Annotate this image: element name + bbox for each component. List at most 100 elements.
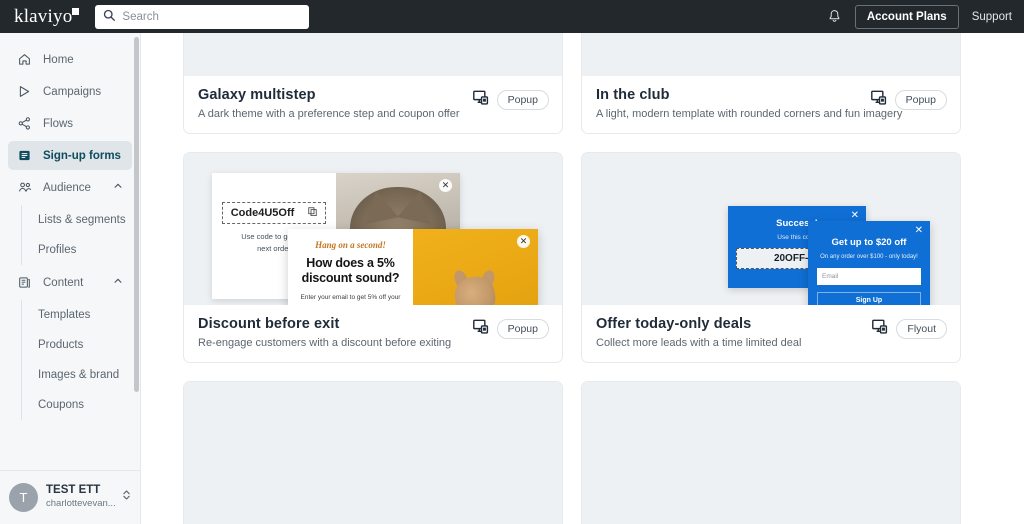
user-email: charlottevevan... bbox=[46, 497, 116, 509]
sidebar-scrollbar[interactable] bbox=[134, 37, 139, 392]
offer-note: Enter your email to get 5% off your next… bbox=[300, 294, 401, 305]
sidebar-item-sign-up-forms[interactable]: Sign-up forms bbox=[8, 141, 132, 170]
bell-icon[interactable] bbox=[827, 9, 842, 24]
top-right-actions: Account Plans Support bbox=[827, 4, 1012, 29]
search-input[interactable] bbox=[122, 10, 302, 23]
search-icon bbox=[103, 8, 116, 26]
flows-icon bbox=[17, 116, 34, 131]
sidebar-nav-list: Home Campaigns Flows Sign-up forms Audie… bbox=[0, 33, 140, 420]
coupon-note-line2: next order bbox=[257, 244, 291, 253]
sidebar-item-campaigns[interactable]: Campaigns bbox=[8, 77, 132, 106]
sidebar-group-label: Audience bbox=[43, 181, 91, 194]
chevron-up-down-icon[interactable] bbox=[121, 488, 132, 507]
chevron-up-icon[interactable] bbox=[113, 181, 123, 194]
discount-offer-panel: Hang on a second! How does a 5% discount… bbox=[288, 229, 413, 305]
desktop-mobile-icon bbox=[472, 319, 489, 339]
card-meta: Flyout bbox=[872, 319, 947, 339]
desktop-mobile-icon bbox=[472, 90, 489, 110]
template-preview bbox=[184, 382, 562, 524]
form-template-card[interactable]: Paste coupon Galaxy bbox=[183, 33, 563, 134]
account-plans-button[interactable]: Account Plans bbox=[854, 4, 959, 29]
sign-up-button[interactable]: Sign Up bbox=[817, 292, 921, 305]
coupon-code: Code4U5Off bbox=[230, 207, 295, 219]
template-preview: Code4U5Off Use code to get 5% next order… bbox=[184, 153, 562, 305]
card-info: Galaxy multistep A dark theme with a pre… bbox=[184, 76, 562, 133]
logo-text: klaviyo bbox=[14, 5, 73, 27]
sidebar-item-label: Sign-up forms bbox=[43, 149, 121, 162]
sidebar: Home Campaigns Flows Sign-up forms Audie… bbox=[0, 33, 141, 524]
klaviyo-logo[interactable]: klaviyo bbox=[14, 5, 80, 28]
sidebar-group-audience[interactable]: Audience bbox=[8, 173, 132, 202]
dog-image: ✕ bbox=[413, 229, 538, 305]
cat-ear-right bbox=[397, 187, 437, 225]
status-badge: Popup bbox=[496, 319, 549, 339]
content-icon bbox=[17, 275, 34, 290]
sidebar-group-content[interactable]: Content bbox=[8, 268, 132, 297]
card-info: In the club A light, modern template wit… bbox=[582, 76, 960, 133]
template-preview bbox=[582, 382, 960, 524]
sidebar-subgroup-content: Templates Products Images & brand Coupon… bbox=[21, 300, 140, 420]
cat-ear-left bbox=[359, 187, 399, 225]
close-icon[interactable]: ✕ bbox=[439, 179, 452, 192]
template-preview: Paste coupon bbox=[184, 33, 562, 76]
status-badge: Popup bbox=[894, 90, 947, 110]
card-info: Discount before exit Re-engage customers… bbox=[184, 305, 562, 362]
offer-heading: How does a 5% discount sound? bbox=[301, 256, 400, 285]
sidebar-item-images-brand[interactable]: Images & brand bbox=[22, 360, 140, 390]
sidebar-subgroup-audience: Lists & segments Profiles bbox=[21, 205, 140, 265]
sidebar-item-flows[interactable]: Flows bbox=[8, 109, 132, 138]
status-badge: Flyout bbox=[896, 319, 947, 339]
desktop-mobile-icon bbox=[870, 90, 887, 110]
sidebar-item-templates[interactable]: Templates bbox=[22, 300, 140, 330]
top-navigation-bar: klaviyo Account Plans Support bbox=[0, 0, 1024, 33]
signup-forms-icon bbox=[17, 148, 34, 163]
user-info: TEST ETT charlottevevan... bbox=[46, 484, 116, 511]
logo-square-icon bbox=[72, 7, 80, 15]
form-template-card[interactable]: Success! Use this code 20OFF-Ju ✕ Get up… bbox=[581, 152, 961, 363]
sidebar-item-lists-segments[interactable]: Lists & segments bbox=[22, 205, 140, 235]
form-template-card[interactable]: Code4U5Off Use code to get 5% next order… bbox=[183, 152, 563, 363]
offer-eyebrow: Hang on a second! bbox=[315, 240, 386, 250]
campaigns-icon bbox=[17, 84, 34, 99]
flyout-offer-preview: Get up to $20 off On any order over $100… bbox=[808, 221, 930, 305]
template-preview: Paste coupon bbox=[582, 33, 960, 76]
form-template-card[interactable] bbox=[183, 381, 563, 524]
card-meta: Popup bbox=[472, 319, 549, 339]
form-template-card[interactable]: Paste coupon bbox=[581, 33, 961, 134]
app-root: klaviyo Account Plans Support bbox=[0, 0, 1024, 524]
sidebar-item-coupons[interactable]: Coupons bbox=[22, 390, 140, 420]
sidebar-item-label: Flows bbox=[43, 117, 74, 130]
card-meta: Popup bbox=[870, 90, 947, 110]
card-meta: Popup bbox=[472, 90, 549, 110]
desktop-mobile-icon bbox=[872, 319, 888, 339]
sidebar-group-label: Content bbox=[43, 276, 84, 289]
search-box[interactable] bbox=[95, 4, 310, 29]
offer-heading: Get up to $20 off bbox=[831, 237, 907, 248]
discount-offer-preview: Hang on a second! How does a 5% discount… bbox=[288, 229, 538, 305]
home-icon bbox=[17, 52, 34, 67]
copy-icon bbox=[308, 207, 317, 219]
status-badge: Popup bbox=[496, 90, 549, 110]
avatar: T bbox=[9, 483, 38, 512]
close-icon[interactable]: ✕ bbox=[851, 211, 859, 221]
chevron-up-icon[interactable] bbox=[113, 276, 123, 289]
sidebar-item-products[interactable]: Products bbox=[22, 330, 140, 360]
main-content: Paste coupon Galaxy bbox=[141, 33, 1024, 524]
support-link[interactable]: Support bbox=[972, 11, 1012, 23]
sidebar-item-home[interactable]: Home bbox=[8, 45, 132, 74]
sidebar-item-label: Home bbox=[43, 53, 74, 66]
form-template-card[interactable] bbox=[581, 381, 961, 524]
template-preview: Success! Use this code 20OFF-Ju ✕ Get up… bbox=[582, 153, 960, 305]
sidebar-item-label: Campaigns bbox=[43, 85, 102, 98]
offer-sub: On any order over $100 - only today! bbox=[820, 254, 918, 260]
user-account-selector[interactable]: T TEST ETT charlottevevan... bbox=[0, 470, 140, 524]
form-template-grid: Paste coupon Galaxy bbox=[141, 33, 1024, 524]
coupon-code-field: Code4U5Off bbox=[222, 202, 326, 224]
user-name: TEST ETT bbox=[46, 484, 101, 497]
card-info: Offer today-only deals Collect more lead… bbox=[582, 305, 960, 362]
close-icon[interactable]: ✕ bbox=[915, 226, 923, 236]
email-field[interactable]: Email bbox=[817, 268, 921, 285]
sidebar-item-profiles[interactable]: Profiles bbox=[22, 235, 140, 265]
close-icon[interactable]: ✕ bbox=[517, 235, 530, 248]
audience-icon bbox=[17, 180, 34, 196]
